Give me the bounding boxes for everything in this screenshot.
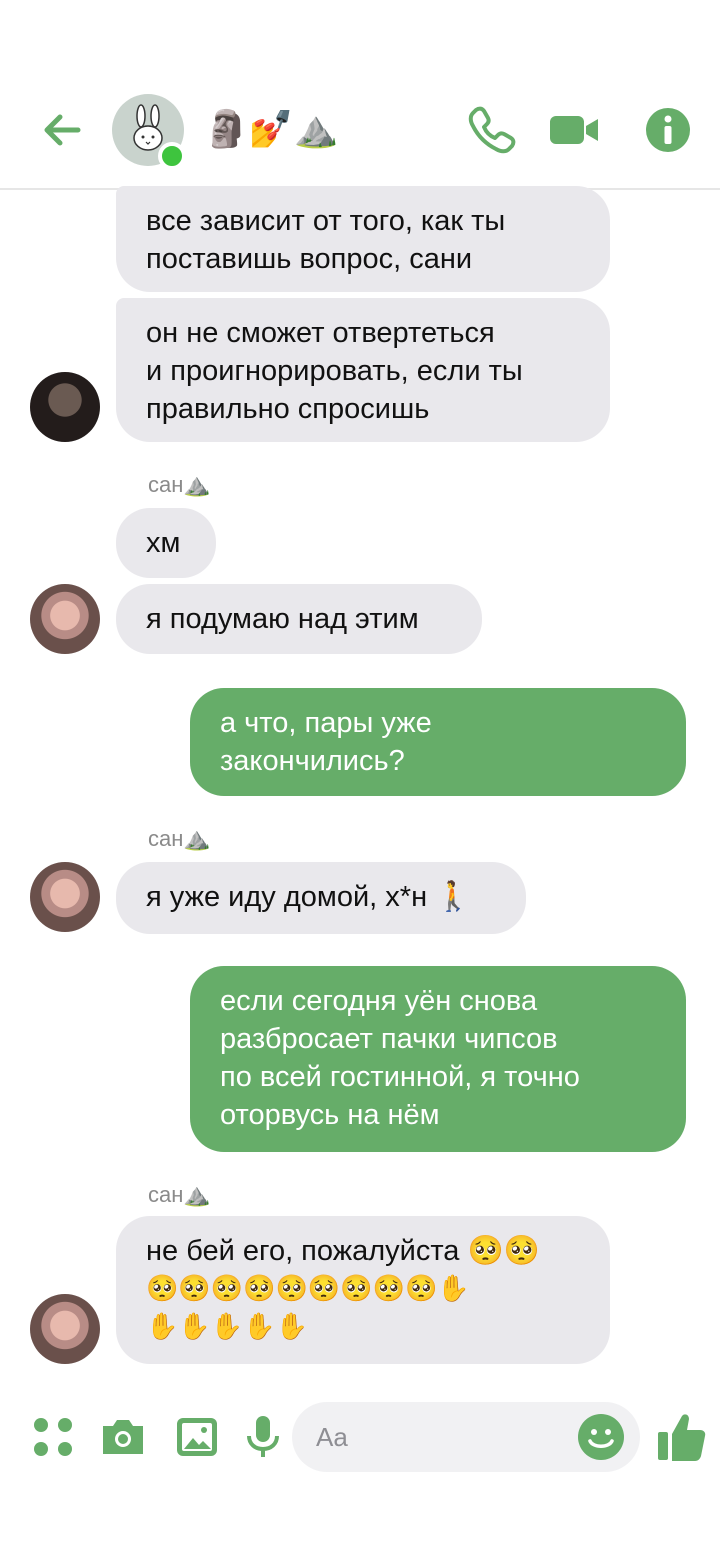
thumbs-up-icon[interactable] — [656, 1408, 708, 1464]
message-line: правильно спросишь — [146, 393, 430, 425]
video-camera-icon[interactable] — [548, 104, 600, 156]
camera-icon[interactable] — [98, 1412, 148, 1462]
contact-avatar[interactable] — [30, 862, 100, 932]
message-line: по всей гостинной, я точно — [220, 1061, 580, 1093]
smiley-icon[interactable] — [576, 1412, 626, 1462]
contact-avatar[interactable] — [30, 584, 100, 654]
message-line: я уже иду домой, х*н 🚶 — [146, 881, 472, 913]
contact-avatar[interactable] — [30, 372, 100, 442]
message-line: оторвусь на нём — [220, 1099, 440, 1131]
message-line: 🥺🥺🥺🥺🥺🥺🥺🥺🥺✋ — [146, 1274, 470, 1304]
message-line: я подумаю над этим — [146, 603, 419, 635]
message-bubble-incoming[interactable]: я уже иду домой, х*н 🚶 — [116, 862, 526, 934]
message-bubble-incoming[interactable]: не бей его, пожалуйста 🥺🥺 🥺🥺🥺🥺🥺🥺🥺🥺🥺✋ ✋✋✋… — [116, 1216, 610, 1364]
info-icon[interactable] — [642, 104, 694, 156]
microphone-icon[interactable] — [238, 1412, 288, 1462]
chat-title[interactable]: 🗿💅⛰️ — [204, 108, 338, 152]
message-line: а что, пары уже — [220, 707, 432, 739]
message-line: поставишь вопрос, сани — [146, 243, 473, 275]
message-line: хм — [146, 527, 181, 559]
message-input[interactable] — [316, 1402, 576, 1472]
message-bubble-outgoing[interactable]: а что, пары уже закончились? — [190, 688, 686, 796]
message-bubble-incoming[interactable]: хм — [116, 508, 216, 578]
message-bubble-incoming[interactable]: все зависит от того, как ты поставишь во… — [116, 186, 610, 292]
message-line: ✋✋✋✋✋ — [146, 1312, 308, 1342]
contact-avatar[interactable] — [30, 1294, 100, 1364]
message-bubble-outgoing[interactable]: если сегодня уён снова разбросает пачки … — [190, 966, 686, 1152]
online-status-dot — [158, 142, 186, 170]
message-line: все зависит от того, как ты — [146, 205, 506, 237]
arrow-left-icon[interactable] — [38, 105, 88, 155]
sender-name: сан⛰️ — [148, 472, 211, 497]
apps-icon[interactable] — [28, 1412, 78, 1462]
message-line: закончились? — [220, 745, 405, 777]
chat-header: 🗿💅⛰️ — [0, 0, 720, 190]
image-icon[interactable] — [172, 1412, 222, 1462]
message-line: если сегодня уён снова — [220, 985, 538, 1017]
message-line: не бей его, пожалуйста 🥺🥺 — [146, 1235, 540, 1267]
message-bubble-incoming[interactable]: он не сможет отвертеться и проигнорирова… — [116, 298, 610, 442]
message-line: он не сможет отвертеться — [146, 317, 495, 349]
phone-icon[interactable] — [466, 104, 518, 156]
message-line: и проигнорировать, если ты — [146, 355, 523, 387]
sender-name: сан⛰️ — [148, 1182, 211, 1207]
message-line: разбросает пачки чипсов — [220, 1023, 558, 1055]
message-bubble-incoming[interactable]: я подумаю над этим — [116, 584, 482, 654]
sender-name: сан⛰️ — [148, 826, 211, 851]
